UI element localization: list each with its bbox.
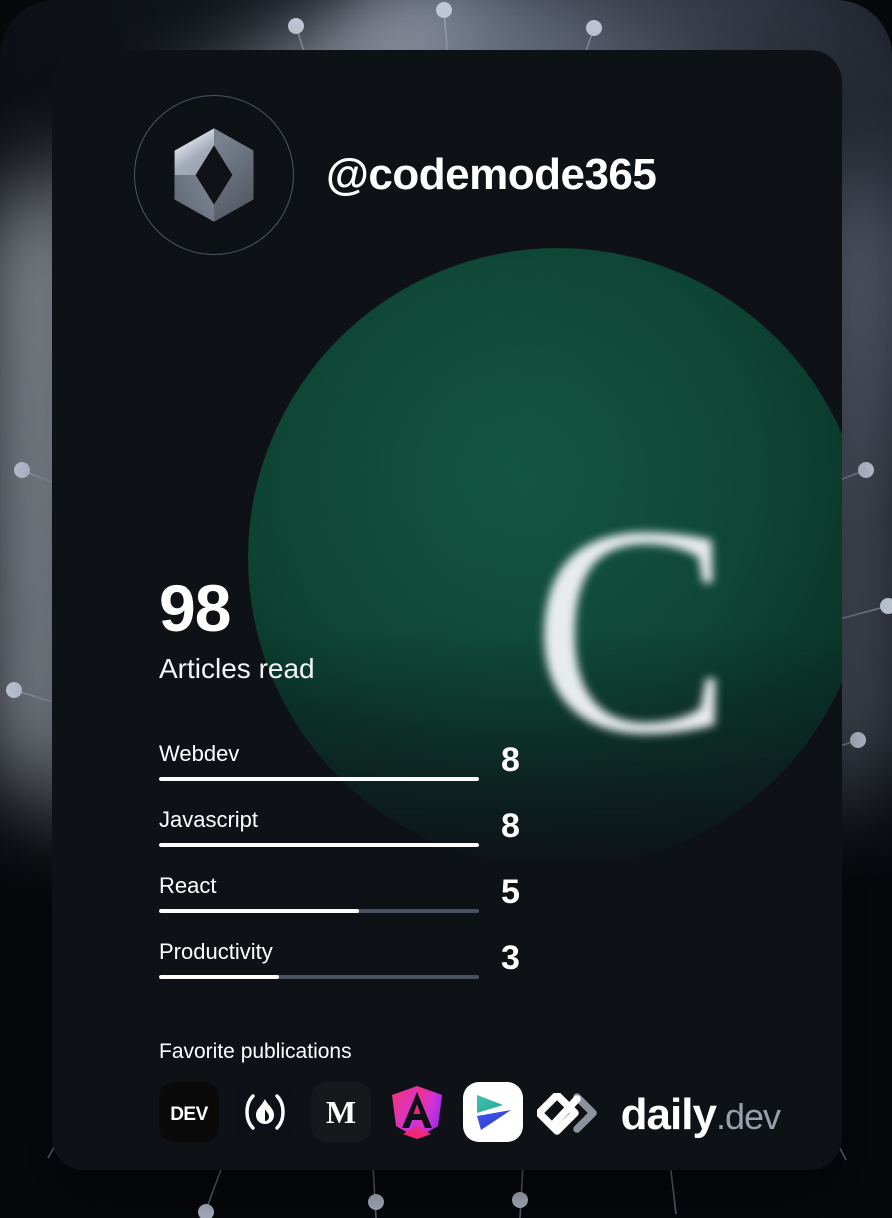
- tag-row: Productivity 3: [159, 913, 529, 979]
- publication-icon-row: DEV M: [159, 1082, 523, 1142]
- favorite-publications-label: Favorite publications: [159, 1040, 352, 1063]
- medium-icon: M: [326, 1094, 356, 1130]
- brand-text: daily .dev: [620, 1090, 781, 1140]
- avatar[interactable]: [134, 95, 294, 255]
- tag-name: React: [159, 873, 217, 898]
- background-frame: C @codemode365 98 Articles read Webdev 8…: [0, 0, 892, 1218]
- svg-text:M: M: [326, 1094, 356, 1130]
- username: @codemode365: [326, 150, 657, 199]
- daily-dev-brand: daily .dev: [536, 1090, 781, 1140]
- card-header: @codemode365: [134, 95, 657, 255]
- tag-value: 8: [501, 741, 520, 779]
- tag-name: Javascript: [159, 807, 259, 832]
- dev-card: C @codemode365 98 Articles read Webdev 8…: [52, 50, 842, 1170]
- publication-medium-icon[interactable]: M: [311, 1082, 371, 1142]
- tag-value: 5: [501, 873, 520, 911]
- tag-progress-bar: [159, 975, 479, 979]
- tag-row: React 5: [159, 847, 529, 913]
- articles-read-label: Articles read: [159, 653, 315, 684]
- tag-value: 3: [501, 939, 520, 977]
- svg-text:DEV: DEV: [170, 1104, 208, 1125]
- devcard-root: C @codemode365 98 Articles read Webdev 8…: [0, 0, 892, 1218]
- publication-dev-icon[interactable]: DEV: [159, 1082, 219, 1142]
- tag-progress-fill: [159, 975, 279, 979]
- tag-name: Productivity: [159, 939, 273, 964]
- publication-hashnode-icon[interactable]: [235, 1082, 295, 1142]
- tag-row: Javascript 8: [159, 781, 529, 847]
- tag-list: Webdev 8 Javascript 8 React 5 Productivi…: [159, 715, 529, 979]
- brand-tld: .dev: [715, 1096, 781, 1137]
- stats-block: 98 Articles read Webdev 8 Javascript 8 R…: [159, 575, 529, 979]
- articles-read-count: 98: [159, 571, 231, 645]
- publication-angular-icon[interactable]: [387, 1082, 447, 1142]
- tag-row: Webdev 8: [159, 715, 529, 781]
- play-swoosh-icon: [477, 1095, 511, 1130]
- favorite-publications: Favorite publications DEV M: [159, 1040, 523, 1142]
- hexagon-diamond-logo-icon: [174, 128, 254, 222]
- angular-icon: [392, 1086, 442, 1139]
- publication-play-swoosh-icon[interactable]: [463, 1082, 523, 1142]
- hashnode-icon: [245, 1094, 285, 1130]
- tag-value: 8: [501, 807, 520, 845]
- daily-dev-logo-icon: [536, 1093, 597, 1135]
- dev-icon: DEV: [170, 1104, 209, 1125]
- tag-name: Webdev: [159, 741, 240, 766]
- brand-name: daily: [620, 1090, 717, 1139]
